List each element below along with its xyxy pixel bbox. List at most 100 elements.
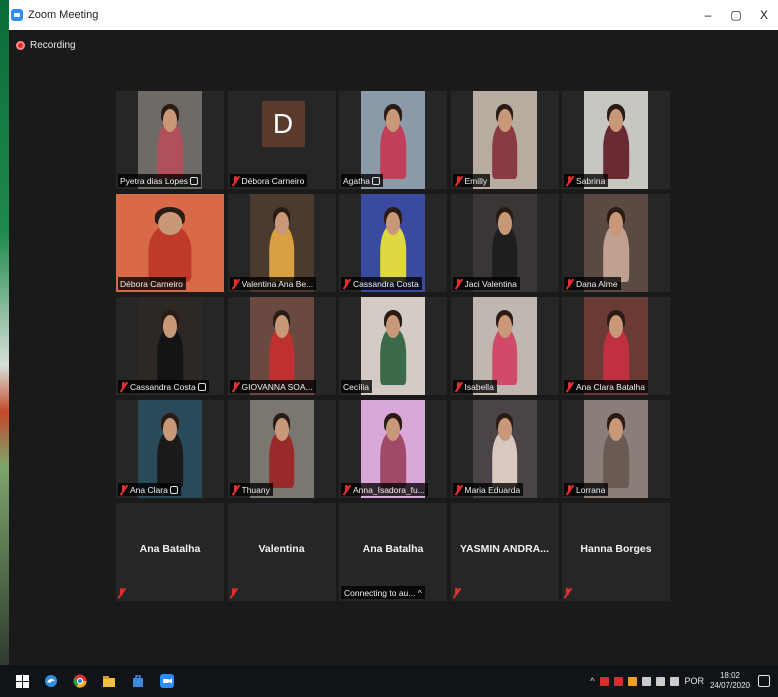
window-controls: – ▢ X	[694, 0, 778, 30]
store-icon[interactable]	[131, 674, 145, 688]
participant-name-tag: Débora Carneiro	[229, 174, 308, 187]
zoom-app-icon	[11, 9, 23, 21]
participant-tile[interactable]: Sabrina	[562, 91, 670, 189]
mic-muted-icon	[120, 381, 127, 392]
tray-chevron-icon[interactable]: ^	[590, 676, 594, 686]
pen-icon[interactable]	[670, 676, 680, 686]
participant-name: Maria Eduarda	[464, 484, 521, 495]
edge-icon[interactable]	[44, 674, 58, 688]
minimize-button[interactable]: –	[694, 0, 722, 30]
status-badge-icon	[371, 176, 380, 185]
maximize-button[interactable]: ▢	[722, 0, 750, 30]
connecting-audio-status[interactable]: Connecting to au... ^	[341, 586, 425, 599]
participant-tile[interactable]: Ana Clara	[116, 400, 224, 498]
participant-tile-no-video[interactable]: Hanna Borges	[562, 503, 670, 601]
clock[interactable]: 18:02 24/07/2020	[710, 671, 750, 691]
mic-muted-icon	[455, 175, 462, 186]
mic-muted-icon	[455, 278, 462, 289]
participant-tile[interactable]: Thuany	[227, 400, 336, 498]
close-button[interactable]: X	[750, 0, 778, 30]
recording-label: Recording	[30, 40, 76, 51]
recording-indicator[interactable]: Recording	[16, 40, 76, 51]
participant-name-tag: Anna_Isadora_fu...	[341, 483, 428, 496]
mic-muted-icon	[232, 175, 239, 186]
participant-name: Emilly	[464, 175, 488, 186]
participant-tile[interactable]: Lorrana	[562, 400, 670, 498]
mic-muted-icon	[230, 588, 237, 598]
status-badge-icon	[197, 382, 206, 391]
participant-name: Débora Carneiro	[120, 278, 183, 289]
participant-name-tag: Isabella	[452, 380, 497, 393]
window-title-bar[interactable]: Zoom Meeting – ▢ X	[9, 0, 778, 30]
participant-name-tag: Agatha	[341, 174, 383, 187]
notification-center-icon[interactable]	[758, 675, 770, 687]
participant-tile[interactable]: Maria Eduarda	[450, 400, 559, 498]
participant-tile[interactable]: Isabella	[450, 297, 559, 395]
participant-tile[interactable]: Cassandra Costa	[116, 297, 224, 395]
recording-dot-icon	[16, 41, 25, 50]
mic-muted-icon	[232, 278, 239, 289]
participant-name: Pyetra dias Lopes	[120, 175, 189, 186]
mic-muted-icon	[566, 175, 573, 186]
participant-name-tag: Débora Carneiro	[118, 277, 186, 290]
participant-tile[interactable]: GIOVANNA SOA...	[227, 297, 336, 395]
participant-avatar: D	[261, 101, 305, 147]
participant-tile[interactable]: D Débora Carneiro	[227, 91, 336, 189]
participant-tile[interactable]: Dana Alme	[562, 194, 670, 292]
mic-muted-icon	[455, 484, 462, 495]
mic-muted-icon	[566, 278, 573, 289]
tray-app-icon[interactable]	[628, 676, 638, 686]
mic-muted-icon	[120, 484, 127, 495]
participant-tile-no-video[interactable]: Valentina	[227, 503, 336, 601]
participant-tile[interactable]: Cassandra Costa	[339, 194, 447, 292]
participant-tile[interactable]: Débora Carneiro	[116, 194, 224, 292]
participant-name: Hanna Borges	[580, 543, 652, 555]
file-explorer-icon[interactable]	[102, 674, 116, 688]
windows-start-icon[interactable]	[15, 674, 29, 688]
participant-name-tag: Dana Alme	[564, 277, 621, 290]
participant-tile[interactable]: Emilly	[450, 91, 559, 189]
participant-name: Cassandra Costa	[130, 381, 196, 392]
chrome-icon[interactable]	[73, 674, 87, 688]
mic-muted-icon	[455, 381, 462, 392]
desktop-background-strip	[0, 0, 9, 665]
participant-tile-no-video[interactable]: Ana Batalha	[116, 503, 224, 601]
mic-muted-icon	[343, 278, 350, 289]
participant-name: Thuany	[241, 484, 270, 495]
participant-tile[interactable]: Cecília	[339, 297, 447, 395]
participant-name: Isabella	[464, 381, 494, 392]
participant-name: Ana Batalha	[362, 543, 424, 555]
participant-name: Anna_Isadora_fu...	[353, 484, 425, 495]
status-badge-icon	[190, 176, 199, 185]
participant-name: Débora Carneiro	[241, 175, 305, 186]
participant-tile[interactable]: Pyetra dias Lopes	[116, 91, 224, 189]
participant-tile[interactable]: Agatha	[339, 91, 447, 189]
gallery-view: Pyetra dias Lopes D Débora Carneiro Agatha E…	[116, 91, 670, 601]
zoom-taskbar-icon[interactable]	[160, 674, 174, 688]
mic-muted-icon	[343, 484, 350, 495]
taskbar: ^ POR 18:02 24/07/2020	[0, 665, 778, 697]
participant-name: Agatha	[343, 175, 370, 186]
participant-name: Sabrina	[576, 175, 606, 186]
participant-name: GIOVANNA SOA...	[241, 381, 313, 392]
input-language[interactable]: POR	[684, 676, 704, 686]
participant-tile[interactable]: Ana Clara Batalha	[562, 297, 670, 395]
participant-name-tag: Maria Eduarda	[452, 483, 524, 496]
tray-app-icon[interactable]	[600, 676, 610, 686]
participant-name-tag: Ana Clara Batalha	[564, 380, 648, 393]
participant-name: Cecília	[343, 381, 369, 392]
participant-name-tag: Cassandra Costa	[341, 277, 422, 290]
participant-tile[interactable]: Jaci Valentina	[450, 194, 559, 292]
mic-muted-icon	[566, 381, 573, 392]
network-icon[interactable]	[642, 676, 652, 686]
tray-app-icon[interactable]	[614, 676, 624, 686]
participant-tile[interactable]: Anna_Isadora_fu...	[339, 400, 447, 498]
participant-tile-no-video[interactable]: Ana Batalha Connecting to au... ^	[339, 503, 447, 601]
mic-muted-icon	[118, 588, 125, 598]
system-tray: ^ POR 18:02 24/07/2020	[590, 665, 778, 697]
participant-tile[interactable]: Valentina Ana Be...	[227, 194, 336, 292]
volume-icon[interactable]	[656, 676, 666, 686]
window-title: Zoom Meeting	[28, 9, 99, 21]
participant-name: Cassandra Costa	[353, 278, 419, 289]
participant-tile-no-video[interactable]: YASMIN ANDRA...	[450, 503, 559, 601]
